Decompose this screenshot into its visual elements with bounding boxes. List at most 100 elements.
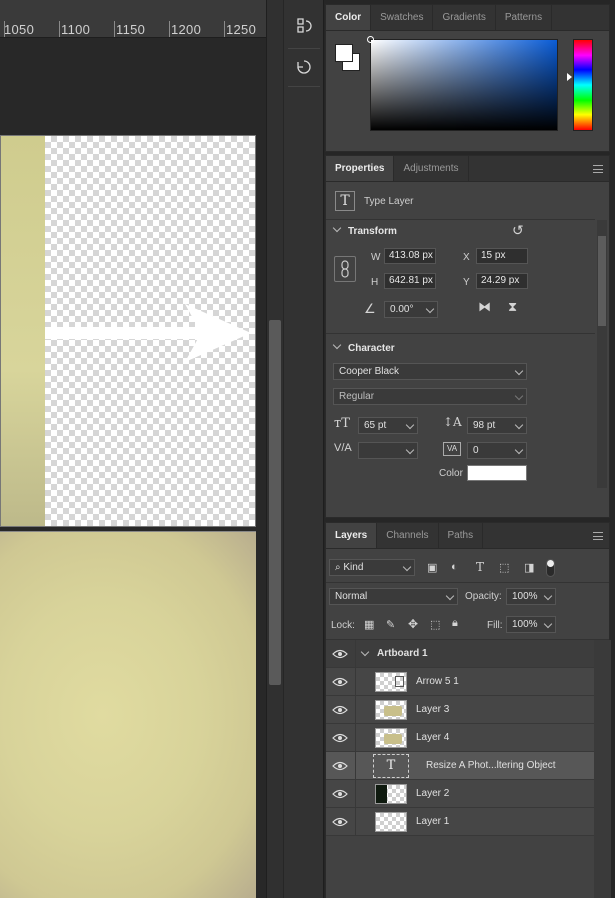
- fill-label: Fill:: [487, 620, 503, 631]
- panel-menu-icon[interactable]: [593, 532, 603, 540]
- eye-icon[interactable]: [332, 704, 348, 716]
- tab-layers[interactable]: Layers: [326, 523, 378, 548]
- canvas-vertical-scrollbar[interactable]: [266, 0, 283, 898]
- chevron-down-icon[interactable]: [332, 223, 342, 233]
- ruler-label: 1100: [61, 22, 91, 37]
- actions-icon[interactable]: [291, 54, 317, 80]
- layer-row[interactable]: Layer 3: [326, 696, 594, 724]
- tab-color[interactable]: Color: [326, 5, 372, 30]
- artboard-preview[interactable]: [0, 135, 256, 527]
- tab-channels[interactable]: Channels: [377, 523, 439, 548]
- document-canvas[interactable]: [0, 38, 266, 898]
- eye-icon[interactable]: [332, 760, 348, 772]
- layers-scrollbar[interactable]: [594, 640, 611, 898]
- lock-image-icon[interactable]: ✎: [386, 618, 395, 631]
- y-position-field[interactable]: 24.29 px: [476, 273, 528, 289]
- layer-thumbnail[interactable]: [375, 812, 407, 832]
- ruler-tick: [4, 21, 5, 37]
- lock-transparent-icon[interactable]: ▦: [364, 618, 374, 631]
- horizontal-ruler[interactable]: 1050 1100 1150 1200 1250: [0, 0, 266, 38]
- divider: [326, 333, 595, 334]
- filter-shape-icon[interactable]: ⬚: [499, 561, 509, 574]
- layer-row[interactable]: Layer 1: [326, 808, 594, 836]
- opacity-field[interactable]: 100%: [506, 588, 556, 605]
- fill-field[interactable]: 100%: [506, 616, 556, 633]
- layer-thumbnail[interactable]: [375, 784, 407, 804]
- color-picker-cursor[interactable]: [367, 36, 374, 43]
- layer-thumbnail[interactable]: [375, 700, 407, 720]
- layer-row[interactable]: Layer 2: [326, 780, 594, 808]
- lock-artboard-icon[interactable]: ⬚: [430, 618, 440, 631]
- tab-paths[interactable]: Paths: [439, 523, 484, 548]
- tab-adjustments[interactable]: Adjustments: [394, 156, 469, 181]
- properties-scrollbar[interactable]: [597, 220, 607, 488]
- width-label: W: [371, 252, 381, 263]
- y-label: Y: [463, 277, 470, 288]
- layer-name: Layer 1: [416, 816, 450, 827]
- text-color-label: Color: [439, 468, 463, 479]
- scrollbar-thumb[interactable]: [269, 320, 281, 685]
- layer-thumbnail[interactable]: [375, 672, 407, 692]
- hue-slider[interactable]: [567, 39, 593, 131]
- artboard-row[interactable]: Artboard 1: [326, 640, 594, 668]
- rotation-angle-field[interactable]: 0.00°: [384, 301, 438, 318]
- filter-smart-object-icon[interactable]: ◨: [524, 561, 534, 574]
- artboard-photo-area[interactable]: [0, 531, 256, 898]
- text-color-swatch[interactable]: [467, 465, 527, 481]
- blend-mode-select[interactable]: Normal: [329, 588, 458, 605]
- tracking-field[interactable]: 0: [467, 442, 527, 459]
- arrow-shape-preview[interactable]: [45, 296, 256, 368]
- tab-patterns[interactable]: Patterns: [496, 5, 553, 30]
- leading-icon: ↕A: [443, 415, 462, 429]
- eye-icon[interactable]: [332, 732, 348, 744]
- filter-kind-select[interactable]: ⌕ Kind: [329, 559, 415, 576]
- x-position-field[interactable]: 15 px: [476, 248, 528, 264]
- font-size-value: 65 pt: [364, 420, 387, 431]
- divider: [326, 582, 609, 583]
- flip-vertical-icon[interactable]: ⧗: [508, 299, 517, 315]
- layer-name: Resize A Phot...ltering Object: [426, 760, 556, 771]
- flip-horizontal-icon[interactable]: ⧓: [478, 299, 491, 315]
- color-picker-field[interactable]: [367, 36, 558, 131]
- opacity-value: 100%: [512, 591, 538, 602]
- filter-pixel-icon[interactable]: ▣: [427, 561, 437, 574]
- divider: [288, 86, 320, 87]
- layer-row[interactable]: Layer 4: [326, 724, 594, 752]
- chevron-down-icon[interactable]: [332, 340, 342, 350]
- leading-field[interactable]: 98 pt: [467, 417, 527, 434]
- font-size-field[interactable]: 65 pt: [358, 417, 418, 434]
- eye-icon[interactable]: [332, 676, 348, 688]
- x-label: X: [463, 252, 470, 263]
- filter-adjustment-icon[interactable]: ◐: [451, 561, 458, 573]
- tab-gradients[interactable]: Gradients: [433, 5, 496, 30]
- tab-properties[interactable]: Properties: [326, 156, 395, 181]
- reset-transform-icon[interactable]: ↺: [512, 222, 524, 239]
- panel-menu-icon[interactable]: [593, 165, 603, 173]
- tab-swatches[interactable]: Swatches: [371, 5, 434, 30]
- layer-name: Layer 4: [416, 732, 450, 743]
- kerning-field[interactable]: [358, 442, 418, 459]
- type-layer-thumbnail[interactable]: T: [373, 754, 409, 778]
- eye-icon[interactable]: [332, 788, 348, 800]
- foreground-color-swatch[interactable]: [335, 44, 353, 62]
- ruler-tick: [169, 21, 170, 37]
- width-field[interactable]: 413.08 px: [384, 248, 436, 264]
- filter-type-icon[interactable]: T: [476, 560, 484, 574]
- lock-all-icon[interactable]: 🔒︎: [452, 617, 458, 630]
- scrollbar-thumb[interactable]: [598, 236, 606, 326]
- layer-name: Layer 2: [416, 788, 450, 799]
- eye-icon[interactable]: [332, 648, 348, 660]
- layer-row[interactable]: T Resize A Phot...ltering Object: [326, 752, 594, 780]
- layer-row[interactable]: Arrow 5 1: [326, 668, 594, 696]
- font-family-select[interactable]: Cooper Black: [333, 363, 527, 380]
- eye-icon[interactable]: [332, 816, 348, 828]
- history-icon[interactable]: [291, 13, 317, 39]
- filter-toggle[interactable]: [546, 559, 555, 577]
- lock-position-icon[interactable]: ✥: [408, 617, 418, 631]
- font-style-select[interactable]: Regular: [333, 388, 527, 405]
- link-dimensions-icon[interactable]: [334, 256, 356, 282]
- hue-slider-handle[interactable]: [567, 73, 572, 81]
- height-field[interactable]: 642.81 px: [384, 273, 436, 289]
- layer-thumbnail[interactable]: [375, 728, 407, 748]
- chevron-down-icon[interactable]: [360, 647, 370, 657]
